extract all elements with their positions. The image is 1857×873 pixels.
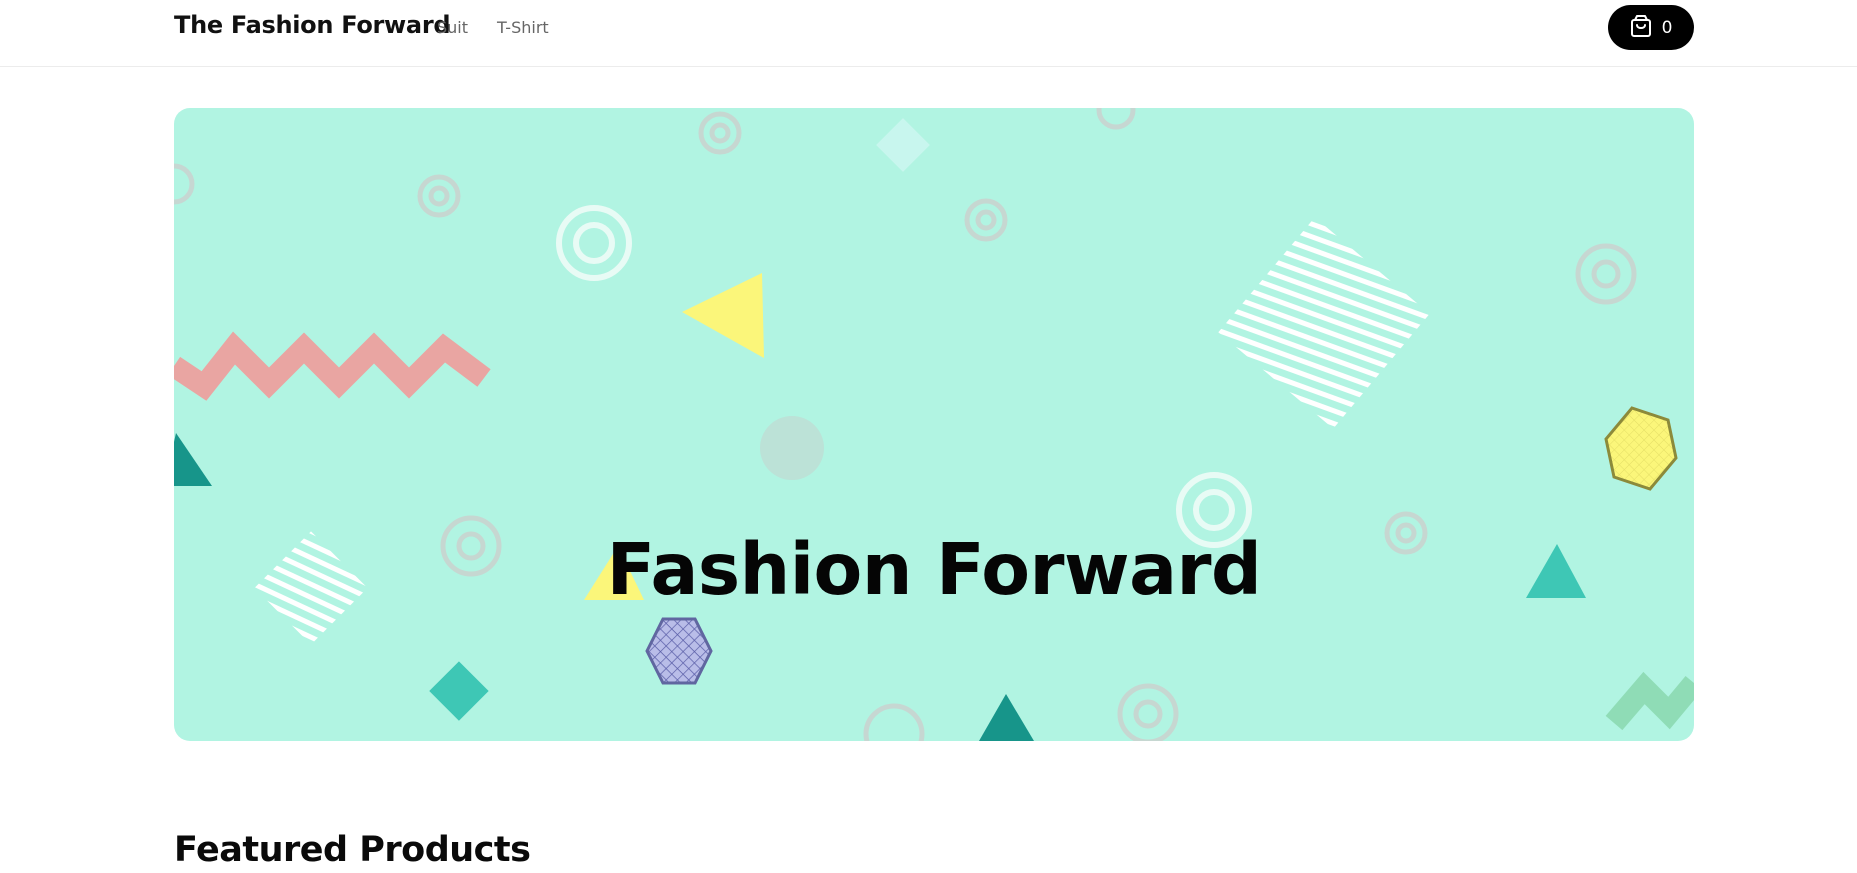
cart-count: 0 [1661,17,1673,38]
hero-title: Fashion Forward [606,527,1262,611]
nav-link-t-shirt[interactable]: T-Shirt [497,18,549,37]
hero-banner: Fashion Forward [174,108,1694,741]
top-navbar: The Fashion Forward Suit T-Shirt 0 [0,0,1857,67]
hero-background-pattern [174,108,1694,741]
brand-logo[interactable]: The Fashion Forward [174,11,451,39]
shopping-bag-icon [1630,14,1652,42]
featured-products-heading: Featured Products [174,830,531,870]
cart-button[interactable]: 0 [1608,5,1694,50]
nav-link-suit[interactable]: Suit [437,18,468,37]
